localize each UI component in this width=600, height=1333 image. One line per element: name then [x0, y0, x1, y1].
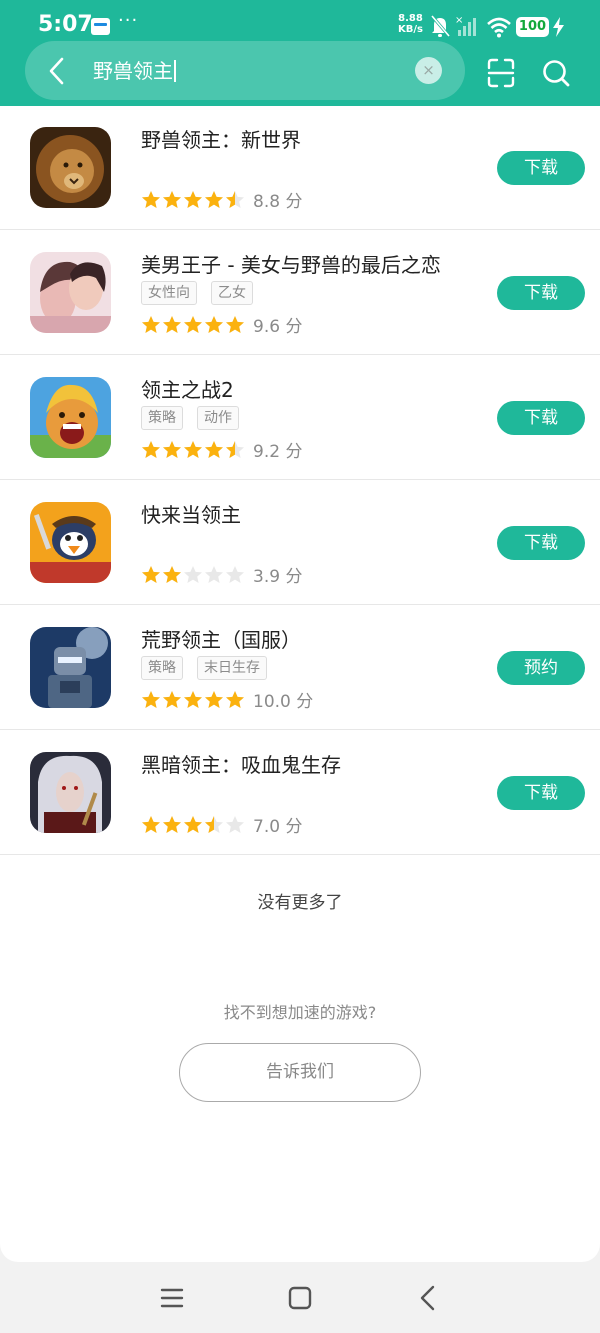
game-title[interactable]: 领主之战2	[141, 377, 234, 403]
game-title[interactable]: 荒野领主（国服）	[141, 627, 301, 653]
tag-list: 策略 末日生存	[141, 656, 281, 681]
no-more-text: 没有更多了	[257, 893, 343, 913]
wifi-icon	[487, 17, 511, 38]
star-rating-icon	[141, 316, 245, 336]
search-icon[interactable]	[542, 58, 570, 88]
download-button[interactable]: 下载	[497, 776, 585, 810]
search-input[interactable]: 野兽领主	[93, 58, 176, 84]
score: 8.8 分	[253, 192, 303, 212]
system-nav-bar	[0, 1262, 600, 1333]
star-rating-icon	[141, 441, 245, 461]
search-bar[interactable]	[25, 41, 465, 100]
tell-us-button[interactable]: 告诉我们	[179, 1043, 421, 1102]
score: 9.6 分	[253, 317, 303, 337]
rating: 7.0 分	[141, 812, 303, 837]
game-icon-vampire[interactable]	[30, 752, 111, 833]
more-notifications-icon: ···	[118, 10, 139, 31]
download-button[interactable]: 下载	[497, 401, 585, 435]
game-icon-warrior[interactable]	[30, 377, 111, 458]
game-row[interactable]: 领主之战2 策略 动作 9.2 分 下载	[0, 356, 600, 480]
search-results: 野兽领主：新世界 8.8 分 下载 美男王子 - 美女与野兽的最后之恋 女性向乙…	[0, 106, 600, 1262]
star-rating-icon	[141, 191, 245, 211]
tag-list: 女性向 乙女	[141, 281, 267, 306]
score: 7.0 分	[253, 817, 303, 837]
game-icon-penguin[interactable]	[30, 502, 111, 583]
mute-bell-icon	[430, 15, 451, 37]
header: 5:07 ··· 8.88 KB/s × 100 野兽领主 ×	[0, 0, 600, 106]
game-title[interactable]: 野兽领主：新世界	[141, 127, 301, 153]
scan-icon[interactable]	[487, 58, 515, 88]
menu-icon[interactable]	[154, 1280, 190, 1316]
home-square-icon[interactable]	[282, 1280, 318, 1316]
not-found-text: 找不到想加速的游戏?	[223, 1003, 377, 1022]
back-icon[interactable]	[42, 55, 72, 87]
network-speed-value: 8.88	[398, 13, 423, 24]
tag[interactable]: 策略	[141, 656, 183, 680]
battery-indicator: 100	[516, 17, 549, 37]
star-rating-icon	[141, 691, 245, 711]
reserve-button[interactable]: 预约	[497, 651, 585, 685]
tag-list: 策略 动作	[141, 406, 253, 431]
score: 9.2 分	[253, 442, 303, 462]
game-row[interactable]: 美男王子 - 美女与野兽的最后之恋 女性向 乙女 9.6 分 下载	[0, 231, 600, 355]
game-row[interactable]: 快来当领主 3.9 分 下载	[0, 481, 600, 605]
tag[interactable]: 末日生存	[197, 656, 267, 680]
star-rating-icon	[141, 816, 245, 836]
game-icon-robot[interactable]	[30, 627, 111, 708]
network-speed-unit: KB/s	[398, 24, 423, 35]
signal-icon: ×	[455, 15, 476, 36]
score: 3.9 分	[253, 567, 303, 587]
text-caret	[174, 60, 176, 82]
network-speed: 8.88 KB/s	[398, 13, 423, 35]
download-button[interactable]: 下载	[497, 526, 585, 560]
game-icon-lion[interactable]	[30, 127, 111, 208]
rating: 8.8 分	[141, 187, 303, 212]
clear-search-button[interactable]: ×	[415, 57, 442, 84]
download-button[interactable]: 下载	[497, 276, 585, 310]
back-triangle-icon[interactable]	[410, 1280, 446, 1316]
game-row[interactable]: 野兽领主：新世界 8.8 分 下载	[0, 106, 600, 230]
message-notification-icon	[91, 18, 110, 35]
game-title[interactable]: 黑暗领主：吸血鬼生存	[141, 752, 341, 778]
tag[interactable]: 乙女	[211, 281, 253, 305]
tag[interactable]: 动作	[197, 406, 239, 430]
score: 10.0 分	[253, 692, 314, 712]
download-button[interactable]: 下载	[497, 151, 585, 185]
game-icon-romance[interactable]	[30, 252, 111, 333]
rating: 10.0 分	[141, 687, 314, 712]
status-time: 5:07	[38, 12, 93, 37]
rating: 9.6 分	[141, 312, 303, 337]
tag[interactable]: 策略	[141, 406, 183, 430]
game-row[interactable]: 荒野领主（国服） 策略 末日生存 10.0 分 预约	[0, 606, 600, 730]
status-bar: 5:07 ··· 8.88 KB/s × 100	[0, 0, 600, 40]
rating: 3.9 分	[141, 562, 303, 587]
tag[interactable]: 女性向	[141, 281, 197, 305]
game-title[interactable]: 快来当领主	[141, 502, 241, 528]
svg-text:×: ×	[455, 15, 463, 26]
search-query: 野兽领主	[93, 59, 173, 83]
charging-icon	[553, 17, 564, 37]
game-row[interactable]: 黑暗领主：吸血鬼生存 7.0 分 下载	[0, 731, 600, 855]
star-rating-icon	[141, 566, 245, 586]
rating: 9.2 分	[141, 437, 303, 462]
game-title[interactable]: 美男王子 - 美女与野兽的最后之恋	[141, 252, 441, 278]
status-icons: ×	[430, 15, 511, 38]
